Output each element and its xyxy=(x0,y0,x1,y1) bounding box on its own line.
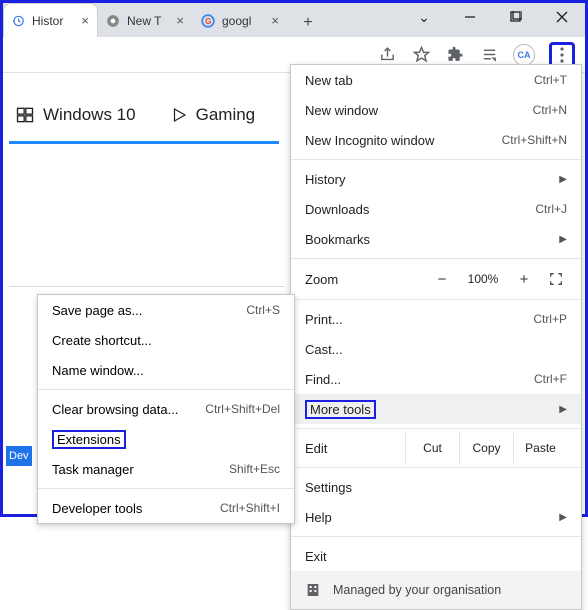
menu-more-tools[interactable]: More tools▶ xyxy=(291,394,581,424)
play-icon xyxy=(170,106,188,124)
new-tab-button[interactable]: + xyxy=(294,9,322,37)
share-icon[interactable] xyxy=(377,45,397,65)
edit-copy[interactable]: Copy xyxy=(459,433,513,463)
tab-label: New T xyxy=(127,14,174,28)
tab-strip: Histor × New T × G googl × + ⌄ xyxy=(3,3,585,37)
tab-search-dropdown[interactable]: ⌄ xyxy=(401,3,447,31)
close-window-button[interactable] xyxy=(539,3,585,31)
more-tools-submenu: Save page as...Ctrl+S Create shortcut...… xyxy=(37,294,295,524)
active-tab-underline xyxy=(9,141,279,144)
tab-newtab[interactable]: New T × xyxy=(98,3,193,37)
extensions-icon[interactable] xyxy=(445,45,465,65)
submenu-extensions[interactable]: Extensions xyxy=(38,424,294,454)
submenu-name-window[interactable]: Name window... xyxy=(38,355,294,385)
tab-history[interactable]: Histor × xyxy=(3,3,98,37)
svg-text:G: G xyxy=(205,16,211,25)
history-icon xyxy=(10,13,26,29)
close-icon[interactable]: × xyxy=(174,13,186,28)
menu-edit-row: Edit Cut Copy Paste xyxy=(291,433,581,463)
bookmark-star-icon[interactable] xyxy=(411,45,431,65)
fullscreen-icon[interactable] xyxy=(545,272,567,286)
tab-label: Histor xyxy=(32,14,79,28)
maximize-button[interactable] xyxy=(493,3,539,31)
menu-new-window[interactable]: New windowCtrl+N xyxy=(291,95,581,125)
menu-new-tab[interactable]: New tabCtrl+T xyxy=(291,65,581,95)
chrome-icon xyxy=(105,13,121,29)
menu-managed-org[interactable]: Managed by your organisation xyxy=(291,571,581,609)
edit-paste[interactable]: Paste xyxy=(513,433,567,463)
zoom-value: 100% xyxy=(463,272,503,286)
menu-downloads[interactable]: DownloadsCtrl+J xyxy=(291,194,581,224)
profile-avatar[interactable]: CA xyxy=(513,44,535,66)
menu-zoom-row: Zoom − 100% + xyxy=(291,263,581,295)
tab-label: googl xyxy=(222,14,269,28)
menu-print[interactable]: Print...Ctrl+P xyxy=(291,304,581,334)
menu-settings[interactable]: Settings xyxy=(291,472,581,502)
zoom-out-button[interactable]: − xyxy=(431,271,453,288)
submenu-task-manager[interactable]: Task managerShift+Esc xyxy=(38,454,294,484)
building-icon xyxy=(305,582,321,598)
close-icon[interactable]: × xyxy=(269,13,281,28)
minimize-button[interactable] xyxy=(447,3,493,31)
chrome-main-menu: New tabCtrl+T New windowCtrl+N New Incog… xyxy=(290,64,582,610)
submenu-save-page[interactable]: Save page as...Ctrl+S xyxy=(38,295,294,325)
menu-find[interactable]: Find...Ctrl+F xyxy=(291,364,581,394)
menu-exit[interactable]: Exit xyxy=(291,541,581,571)
dev-badge: Dev xyxy=(6,446,32,466)
menu-bookmarks[interactable]: Bookmarks▶ xyxy=(291,224,581,254)
close-icon[interactable]: × xyxy=(79,13,91,28)
tab-google[interactable]: G googl × xyxy=(193,3,288,37)
nav-windows10[interactable]: Windows 10 xyxy=(15,105,136,125)
submenu-developer-tools[interactable]: Developer toolsCtrl+Shift+I xyxy=(38,493,294,523)
menu-incognito[interactable]: New Incognito windowCtrl+Shift+N xyxy=(291,125,581,155)
menu-help[interactable]: Help▶ xyxy=(291,502,581,532)
submenu-clear-data[interactable]: Clear browsing data...Ctrl+Shift+Del xyxy=(38,394,294,424)
content-divider xyxy=(9,286,285,287)
google-icon: G xyxy=(200,13,216,29)
reading-list-icon[interactable] xyxy=(479,45,499,65)
menu-cast[interactable]: Cast... xyxy=(291,334,581,364)
zoom-in-button[interactable]: + xyxy=(513,271,535,288)
submenu-create-shortcut[interactable]: Create shortcut... xyxy=(38,325,294,355)
menu-history[interactable]: History▶ xyxy=(291,164,581,194)
nav-gaming[interactable]: Gaming xyxy=(170,105,256,125)
edit-cut[interactable]: Cut xyxy=(405,433,459,463)
windows-icon xyxy=(15,105,35,125)
